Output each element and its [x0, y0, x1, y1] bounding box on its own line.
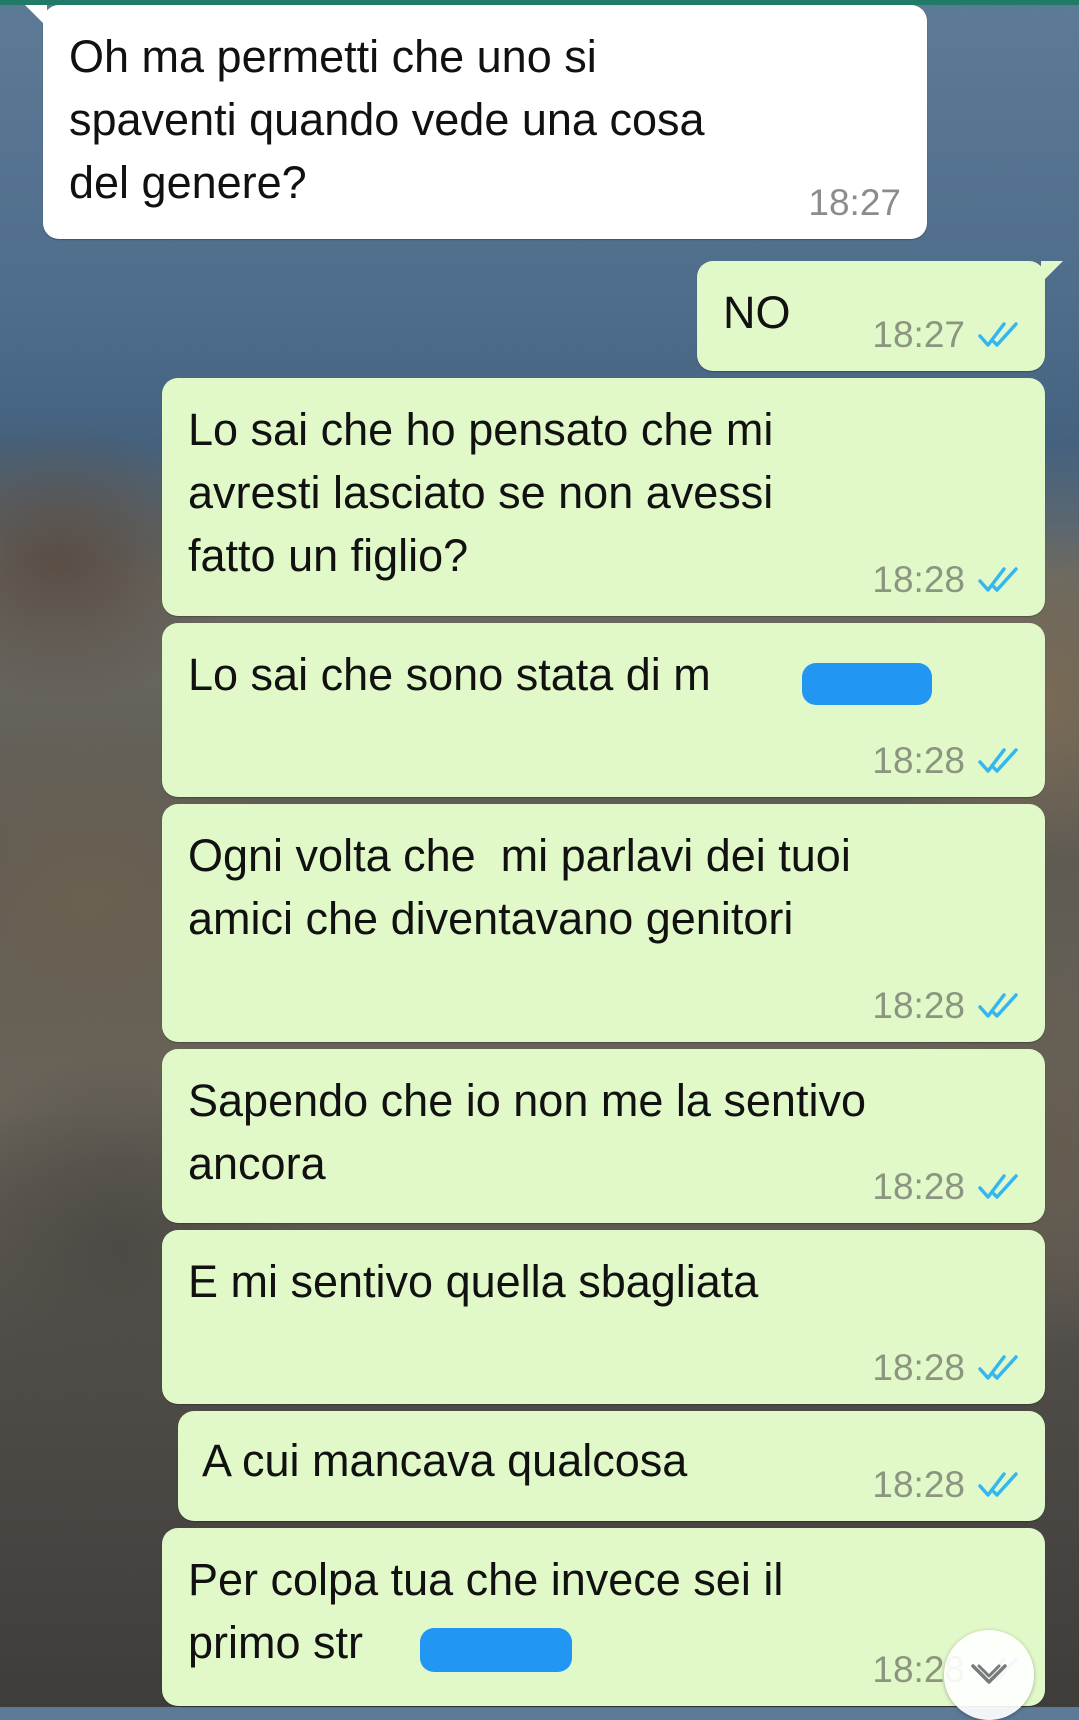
message-bubble-outgoing[interactable]: E mi sentivo quella sbagliata 18:28	[162, 1230, 1045, 1404]
bubble-tail	[1041, 261, 1063, 283]
message-time: 18:28	[872, 740, 965, 781]
message-time: 18:28	[872, 1464, 965, 1505]
message-bubble-outgoing[interactable]: Sapendo che io non me la sentivo ancora …	[162, 1049, 1045, 1223]
double-check-icon	[978, 1472, 1018, 1497]
message-text: Lo sai che sono stata di m	[188, 649, 711, 700]
message-text: Oh ma permetti che uno si spaventi quand…	[69, 31, 705, 208]
message-meta: 18:28	[872, 986, 1021, 1026]
double-check-icon	[978, 748, 1018, 773]
message-meta: 18:27	[872, 315, 1021, 355]
double-check-icon	[978, 993, 1018, 1018]
message-bubble-outgoing[interactable]: A cui mancava qualcosa 18:28	[178, 1411, 1045, 1521]
redaction-mark	[420, 1628, 572, 1672]
message-text: Lo sai che ho pensato che mi avresti las…	[188, 404, 774, 581]
double-check-icon	[978, 1174, 1018, 1199]
message-meta: 18:28	[872, 1348, 1021, 1388]
message-meta: 18:28	[872, 1167, 1021, 1207]
message-meta: 18:28	[872, 1465, 1021, 1505]
message-text: NO	[723, 287, 791, 338]
message-text: E mi sentivo quella sbagliata	[188, 1256, 759, 1307]
redaction-mark	[802, 663, 932, 705]
double-check-icon	[978, 1355, 1018, 1380]
message-time: 18:27	[808, 182, 901, 223]
double-check-icon	[978, 567, 1018, 592]
message-bubble-outgoing[interactable]: NO 18:27	[697, 261, 1063, 371]
message-time: 18:27	[872, 314, 965, 355]
double-check-icon	[978, 322, 1018, 347]
chevron-down-icon	[971, 1664, 1007, 1684]
message-text: Ogni volta che mi parlavi dei tuoi amici…	[188, 830, 851, 944]
message-time: 18:28	[872, 985, 965, 1026]
message-bubble-incoming[interactable]: Oh ma permetti che uno si spaventi quand…	[25, 5, 927, 239]
bubble-tail	[25, 5, 47, 27]
message-bubble-outgoing[interactable]: Lo sai che sono stata di m 18:28	[162, 623, 1045, 797]
message-meta: 18:28	[872, 741, 1021, 781]
message-bubble-outgoing[interactable]: Lo sai che ho pensato che mi avresti las…	[162, 378, 1045, 616]
message-text: Sapendo che io non me la sentivo ancora	[188, 1075, 866, 1189]
message-bubble-outgoing[interactable]: Per colpa tua che invece sei il primo st…	[162, 1528, 1045, 1706]
message-meta: 18:28	[872, 560, 1021, 600]
message-text: A cui mancava qualcosa	[202, 1435, 688, 1486]
message-time: 18:28	[872, 1347, 965, 1388]
message-bubble-outgoing[interactable]: Ogni volta che mi parlavi dei tuoi amici…	[162, 804, 1045, 1042]
message-time: 18:28	[872, 559, 965, 600]
message-time: 18:28	[872, 1166, 965, 1207]
message-meta: 18:27	[808, 183, 901, 223]
